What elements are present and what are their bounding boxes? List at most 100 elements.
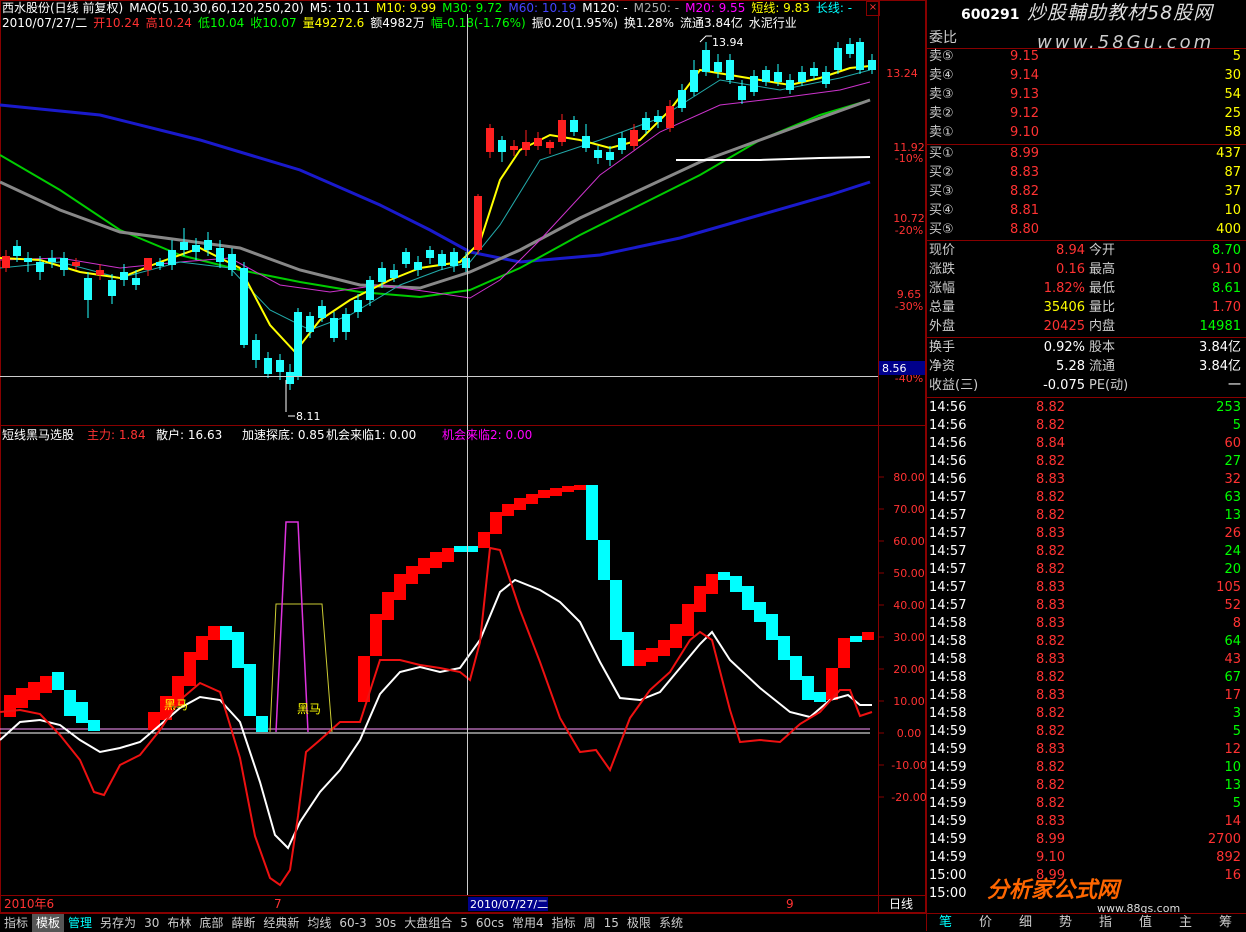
stock-code: 600291 xyxy=(961,7,1020,23)
toolbar-item[interactable]: 系统 xyxy=(655,914,687,932)
indicator-bar xyxy=(682,604,694,636)
toolbar-item[interactable]: 另存为 xyxy=(96,914,140,932)
toolbar-item[interactable]: 底部 xyxy=(195,914,227,932)
quote-tab[interactable]: 筹 xyxy=(1219,914,1232,932)
tick-time: 14:57 xyxy=(929,544,967,559)
indicator-axis-label: 50.00 xyxy=(893,567,925,580)
candle-body xyxy=(318,306,326,318)
indicator-bar xyxy=(88,720,100,731)
toolbar-item[interactable]: 周 xyxy=(580,914,600,932)
sell-level-label: 卖① xyxy=(929,125,954,140)
stat-row: 外盘 20425 内盘 14981 xyxy=(927,318,1246,336)
fund-label: PE(动) xyxy=(1089,378,1129,393)
tick-volume: 13 xyxy=(1224,508,1241,523)
tick-volume: 20 xyxy=(1224,562,1241,577)
quote-tab[interactable]: 细 xyxy=(1019,914,1032,932)
candle-body xyxy=(426,250,434,258)
tick-volume: 67 xyxy=(1224,670,1241,685)
tick-volume: 12 xyxy=(1224,742,1241,757)
toolbar-item[interactable]: 30 xyxy=(140,914,163,932)
heima-label-1: 黑马 xyxy=(164,698,188,712)
candle-body xyxy=(180,242,188,250)
buy-row: 买① 8.99 437 xyxy=(927,145,1246,163)
indicator-bar xyxy=(754,602,766,622)
candle-body xyxy=(570,120,578,132)
indicator-bar xyxy=(40,676,52,693)
tick-price: 8.82 xyxy=(1036,760,1065,775)
toolbar-item[interactable]: 极限 xyxy=(623,914,655,932)
toolbar-item[interactable]: 布林 xyxy=(163,914,195,932)
toolbar-item[interactable]: 管理 xyxy=(64,914,96,932)
indicator-bar xyxy=(442,548,454,562)
sell-volume: 58 xyxy=(1224,125,1241,140)
tick-price: 8.82 xyxy=(1036,724,1065,739)
candle-body xyxy=(678,90,686,108)
moving-average-lines xyxy=(0,65,871,354)
quote-tab[interactable]: 价 xyxy=(979,914,992,932)
tick-volume: 3 xyxy=(1232,706,1241,721)
tick-price: 8.83 xyxy=(1036,526,1065,541)
quote-tab[interactable]: 值 xyxy=(1139,914,1152,932)
stat-label: 量比 xyxy=(1089,300,1116,315)
stat-value: 14981 xyxy=(1199,319,1241,334)
fund-row: 净资 5.28 流通 3.84亿 xyxy=(927,358,1246,376)
retail-label: 散户: 16.63 xyxy=(156,427,222,442)
candle-body xyxy=(474,196,482,250)
candle-body xyxy=(156,262,164,266)
fund-value: 一 xyxy=(1227,378,1241,393)
quote-tab[interactable]: 笔 xyxy=(939,914,952,932)
buy-price: 8.80 xyxy=(1010,222,1039,237)
quote-tab[interactable]: 势 xyxy=(1059,914,1072,932)
buy-price: 8.83 xyxy=(1010,165,1039,180)
indicator-axis-label: -10.00 xyxy=(891,759,926,772)
toolbar-item[interactable]: 60cs xyxy=(472,914,508,932)
indicator-bar xyxy=(562,486,574,492)
chart-canvas[interactable]: 13.24 11.92 -10% 10.72 -20% 9.65 -30% -4… xyxy=(0,0,926,931)
quote-tab[interactable]: 主 xyxy=(1179,914,1192,932)
candle-body xyxy=(402,252,410,264)
buy-level-label: 买③ xyxy=(929,184,954,199)
tick-price: 9.10 xyxy=(1036,850,1065,865)
toolbar-item[interactable]: 指标 xyxy=(0,914,32,932)
candle-body xyxy=(810,68,818,76)
stock-chart-app: 西水股份(日线 前复权) MAQ(5,10,30,60,120,250,20) M5… xyxy=(0,0,1246,932)
quote-tab[interactable]: 指 xyxy=(1099,914,1112,932)
stat-label: 总量 xyxy=(929,300,956,315)
tick-row: 14:56 8.83 32 xyxy=(927,471,1246,489)
indicator-bar xyxy=(244,664,256,716)
toolbar-item[interactable]: 30s xyxy=(371,914,401,932)
indicator-line-magenta xyxy=(275,521,309,733)
toolbar-item[interactable]: 薛断 xyxy=(227,914,259,932)
toolbar-item[interactable]: 大盘组合 xyxy=(400,914,456,932)
candle-body xyxy=(594,150,602,158)
candle-body xyxy=(510,146,518,150)
candle-body xyxy=(868,60,876,70)
candle-body xyxy=(558,120,566,142)
candle-body xyxy=(264,358,272,374)
tick-price: 8.82 xyxy=(1036,544,1065,559)
candle-body xyxy=(618,138,626,150)
tick-row: 14:58 8.83 17 xyxy=(927,687,1246,705)
toolbar-item[interactable]: 5 xyxy=(456,914,472,932)
tick-row: 14:58 8.83 8 xyxy=(927,615,1246,633)
tick-time: 14:59 xyxy=(929,724,967,739)
tick-row: 14:58 8.82 64 xyxy=(927,633,1246,651)
period-label[interactable]: 日线 xyxy=(889,897,913,911)
candle-body xyxy=(378,268,386,282)
toolbar-item[interactable]: 模板 xyxy=(32,914,65,932)
toolbar-item[interactable]: 常用4 xyxy=(508,914,548,932)
tick-row: 14:57 8.83 105 xyxy=(927,579,1246,597)
toolbar-item[interactable]: 15 xyxy=(600,914,623,932)
toolbar-item[interactable]: 均线 xyxy=(303,914,335,932)
toolbar-item[interactable]: 经典新 xyxy=(259,914,303,932)
tick-volume: 52 xyxy=(1224,598,1241,613)
candle-body xyxy=(606,152,614,160)
toolbar-item[interactable]: 指标 xyxy=(548,914,580,932)
tick-volume: 64 xyxy=(1224,634,1241,649)
tick-time: 14:58 xyxy=(929,634,967,649)
fund-label: 换手 xyxy=(929,340,956,355)
candle-body xyxy=(342,314,350,332)
candle-body xyxy=(738,86,746,100)
toolbar-item[interactable]: 60-3 xyxy=(335,914,370,932)
stat-label: 最低 xyxy=(1089,281,1116,296)
